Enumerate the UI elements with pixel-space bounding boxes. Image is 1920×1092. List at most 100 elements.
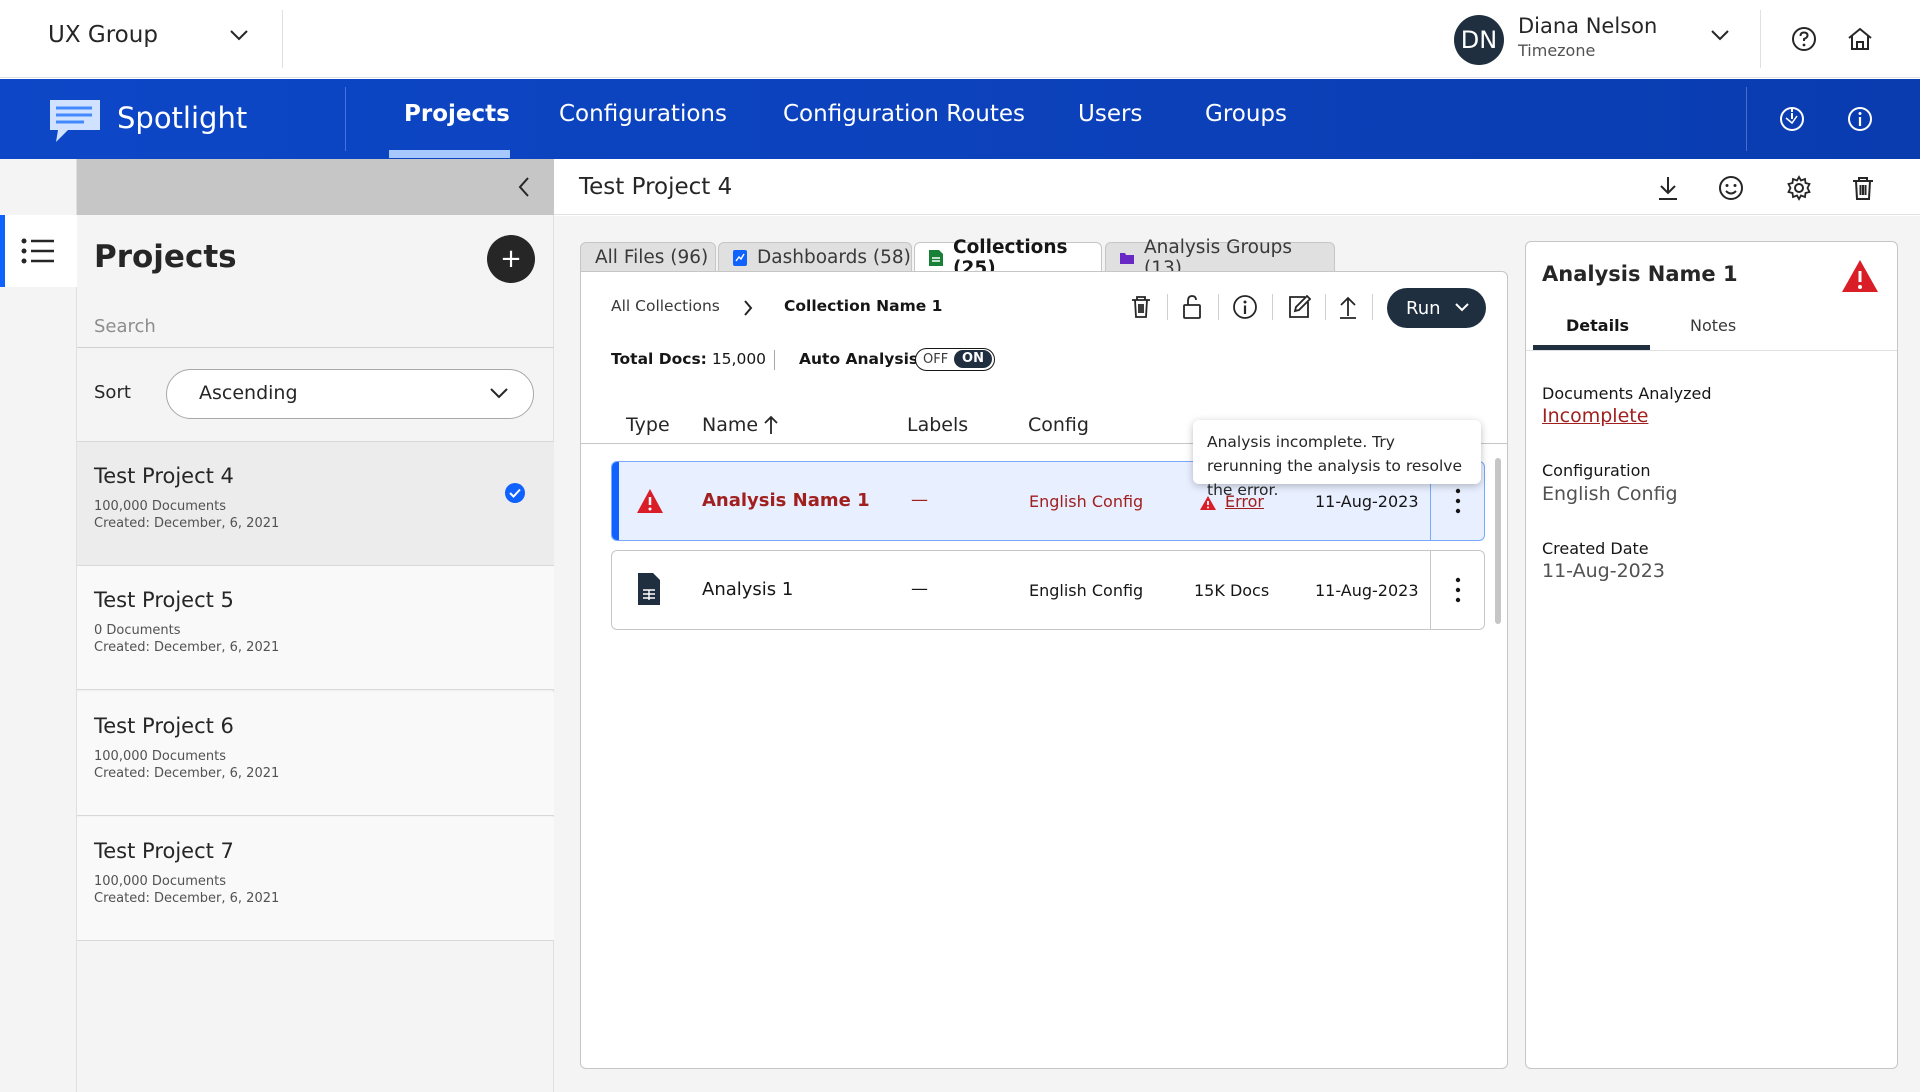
row-config: English Config	[1029, 492, 1144, 511]
search-input[interactable]	[77, 306, 554, 348]
home-icon[interactable]	[1845, 24, 1875, 54]
spotlight-logo-icon	[46, 96, 104, 144]
projects-panel-header	[77, 159, 554, 215]
column-header-config[interactable]: Config	[1028, 414, 1089, 436]
divider	[1218, 294, 1219, 320]
chevron-down-icon[interactable]	[229, 28, 249, 42]
download-icon[interactable]	[1653, 173, 1683, 203]
row-selected-indicator	[612, 462, 619, 540]
divider	[1746, 87, 1747, 151]
project-name: Test Project 6	[94, 714, 234, 738]
help-icon[interactable]	[1789, 24, 1819, 54]
breadcrumb-all-collections[interactable]: All Collections	[611, 297, 720, 315]
project-created: Created: December, 6, 2021	[94, 766, 280, 781]
chevron-down-icon	[1454, 301, 1470, 313]
sort-arrow-up-icon[interactable]	[763, 414, 779, 436]
divider	[1372, 294, 1373, 320]
table-row[interactable]: Analysis 1 — English Config 15K Docs 11-…	[611, 550, 1485, 630]
list-icon[interactable]	[20, 237, 56, 265]
divider	[1167, 294, 1168, 320]
smiley-icon[interactable]	[1716, 173, 1746, 203]
divider	[345, 87, 346, 151]
total-docs-value: 15,000	[711, 350, 767, 368]
tab-all-files[interactable]: All Files (96)	[580, 242, 716, 272]
upload-icon[interactable]	[1334, 293, 1362, 321]
unlock-icon[interactable]	[1178, 293, 1206, 321]
project-card[interactable]: Test Project 6 100,000 Documents Created…	[77, 692, 554, 816]
run-label: Run	[1406, 298, 1441, 319]
project-docs: 0 Documents	[94, 623, 181, 638]
column-header-name[interactable]: Name	[702, 414, 758, 436]
column-header-labels[interactable]: Labels	[907, 414, 968, 436]
page-title: Test Project 4	[579, 174, 733, 200]
main-nav: Spotlight Projects Configurations Config…	[0, 79, 1920, 159]
info-icon[interactable]	[1231, 293, 1259, 321]
brand-name[interactable]: Spotlight	[117, 101, 247, 135]
document-icon	[929, 250, 943, 266]
edit-icon[interactable]	[1285, 293, 1313, 321]
sort-value: Ascending	[199, 382, 298, 404]
project-docs: 100,000 Documents	[94, 499, 227, 514]
field-value-created-date: 11-Aug-2023	[1542, 560, 1665, 582]
field-value-configuration: English Config	[1542, 483, 1678, 505]
avatar[interactable]: DN	[1454, 15, 1504, 65]
document-icon	[635, 573, 663, 606]
tab-dashboards[interactable]: Dashboards (58)	[718, 242, 912, 272]
project-card[interactable]: Test Project 4 100,000 Documents Created…	[77, 442, 554, 566]
auto-analysis-label: Auto Analysis:	[799, 350, 925, 368]
chevron-down-icon[interactable]	[1710, 28, 1730, 42]
row-name[interactable]: Analysis Name 1	[702, 490, 870, 511]
error-tooltip: Analysis incomplete. Try rerunning the a…	[1193, 420, 1481, 499]
row-date: 11-Aug-2023	[1315, 581, 1419, 600]
tab-analysis-groups[interactable]: Analysis Groups (13)	[1105, 237, 1335, 279]
divider	[1325, 294, 1326, 320]
add-project-button[interactable]: +	[487, 235, 535, 283]
nav-configurations[interactable]: Configurations	[559, 101, 727, 127]
project-card[interactable]: Test Project 5 0 Documents Created: Dece…	[77, 566, 554, 690]
run-button[interactable]: Run	[1387, 288, 1486, 328]
tab-label: Dashboards (58)	[757, 247, 911, 268]
project-name: Test Project 7	[94, 839, 234, 863]
column-header-type[interactable]: Type	[626, 414, 670, 436]
row-config: English Config	[1029, 581, 1144, 600]
nav-active-indicator	[389, 150, 510, 158]
overflow-menu-icon[interactable]	[1454, 576, 1462, 604]
warning-icon	[635, 487, 665, 515]
divider	[1272, 294, 1273, 320]
projects-title: Projects	[94, 239, 237, 275]
scrollbar[interactable]	[1495, 458, 1501, 624]
checkmark-circle-icon	[504, 482, 526, 504]
row-labels: —	[911, 579, 928, 599]
total-docs-label: Total Docs:	[611, 350, 707, 368]
project-created: Created: December, 6, 2021	[94, 640, 280, 655]
chevron-left-icon[interactable]	[517, 175, 531, 199]
auto-analysis-toggle[interactable]: OFF ON	[915, 348, 995, 371]
tab-collections[interactable]: Collections (25)	[914, 237, 1102, 279]
project-card[interactable]: Test Project 7 100,000 Documents Created…	[77, 817, 554, 941]
nav-projects[interactable]: Projects	[404, 101, 510, 127]
tab-notes[interactable]: Notes	[1690, 316, 1736, 335]
field-label-configuration: Configuration	[1542, 461, 1651, 480]
nav-configuration-routes[interactable]: Configuration Routes	[783, 101, 1025, 127]
folder-icon	[1120, 250, 1134, 266]
chevron-down-icon	[489, 386, 509, 400]
info-icon[interactable]	[1845, 104, 1875, 134]
project-created: Created: December, 6, 2021	[94, 516, 280, 531]
field-value-documents-analyzed[interactable]: Incomplete	[1542, 405, 1648, 427]
activity-icon[interactable]	[1777, 104, 1807, 134]
sort-dropdown[interactable]: Ascending	[166, 369, 534, 419]
row-name[interactable]: Analysis 1	[702, 579, 793, 600]
gear-icon[interactable]	[1784, 173, 1814, 203]
toggle-on-label: ON	[954, 350, 992, 368]
overflow-menu-icon[interactable]	[1454, 487, 1462, 515]
user-name[interactable]: Diana Nelson	[1518, 14, 1657, 38]
org-switcher-label[interactable]: UX Group	[48, 22, 158, 48]
trash-icon[interactable]	[1127, 293, 1155, 321]
breadcrumb-current: Collection Name 1	[784, 297, 943, 315]
trash-icon[interactable]	[1848, 173, 1878, 203]
nav-groups[interactable]: Groups	[1205, 101, 1287, 127]
nav-users[interactable]: Users	[1078, 101, 1142, 127]
divider	[1430, 551, 1431, 629]
top-bar: UX Group DN Diana Nelson Timezone	[0, 0, 1920, 78]
tab-details[interactable]: Details	[1566, 316, 1629, 335]
